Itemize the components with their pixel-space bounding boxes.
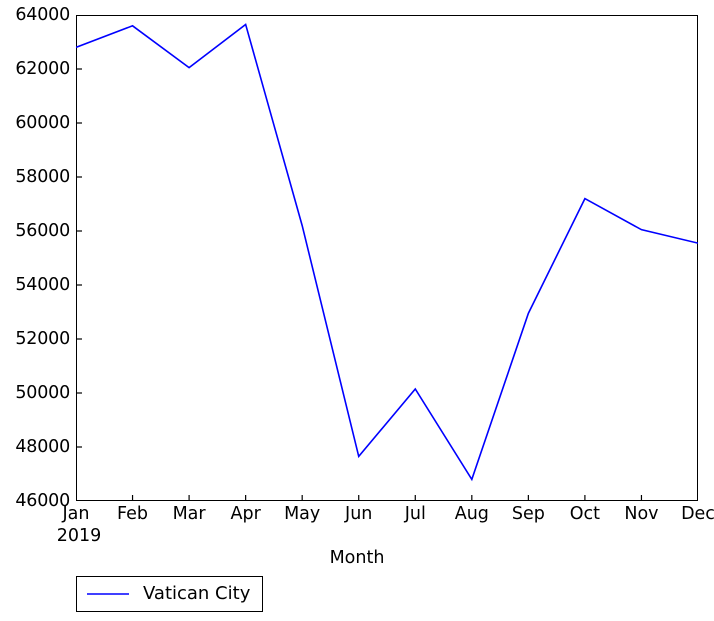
x-axis-title: Month <box>329 548 385 568</box>
x-tick-label: Nov <box>624 504 659 524</box>
chart-figure: 46000 48000 50000 52000 54000 56000 58000 60000… <box>0 0 714 621</box>
y-tick-label: 56000 <box>15 220 70 241</box>
x-tick-label: Jul <box>404 504 426 524</box>
y-tick-label: 58000 <box>15 166 70 187</box>
x-tick-label: Sep <box>511 504 545 524</box>
x-axis-year-label: 2019 <box>56 526 102 546</box>
data-line-vatican-city <box>76 23 698 482</box>
x-tick-label: May <box>284 504 321 524</box>
y-tick-label: 48000 <box>15 436 70 457</box>
y-tick-label: 64000 <box>15 4 70 25</box>
line-chart-plot <box>76 15 698 501</box>
legend-label-vatican-city: Vatican City <box>143 583 251 604</box>
x-tick-label: Aug <box>454 504 489 524</box>
x-axis-ticks <box>76 495 698 501</box>
x-tick-label: Jun <box>345 504 373 524</box>
y-tick-label: 62000 <box>15 58 70 79</box>
chart-legend: Vatican City <box>76 576 264 612</box>
y-tick-label: 52000 <box>15 328 70 349</box>
x-tick-label: Jan <box>62 504 90 524</box>
y-tick-label: 60000 <box>15 112 70 133</box>
legend-line-sample-vatican-city <box>87 593 129 595</box>
x-tick-label: Oct <box>569 504 601 524</box>
y-axis-ticks <box>76 15 82 501</box>
y-tick-label: 50000 <box>15 382 70 403</box>
y-tick-label: 46000 <box>15 490 70 511</box>
x-tick-label: Apr <box>230 504 261 524</box>
x-tick-label: Mar <box>172 504 206 524</box>
x-tick-label: Dec <box>681 504 714 524</box>
x-tick-label: Feb <box>117 504 149 524</box>
y-tick-label: 54000 <box>15 274 70 295</box>
